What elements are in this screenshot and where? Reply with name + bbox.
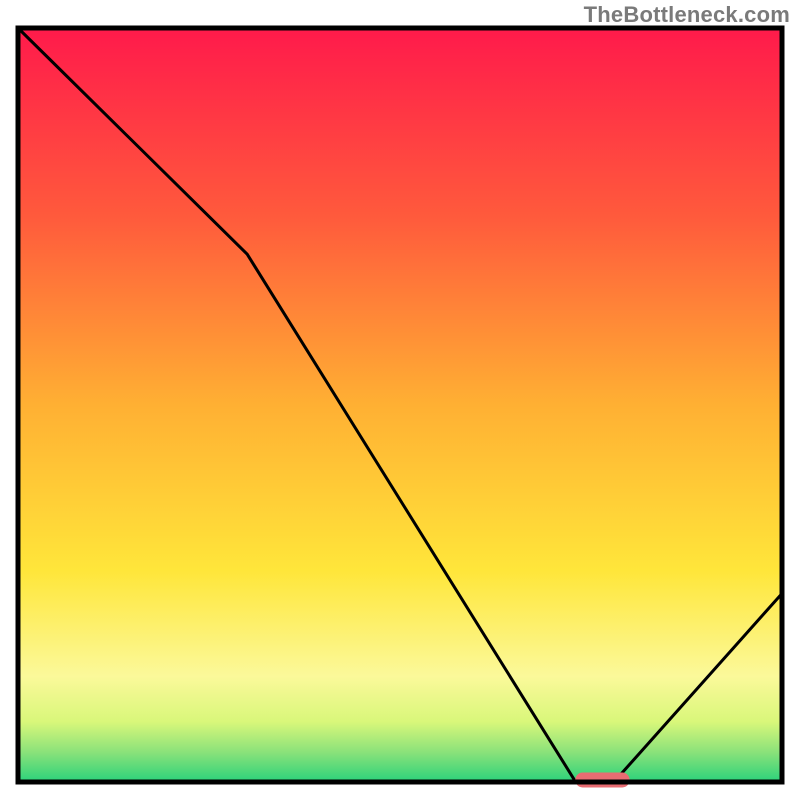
attribution-label: TheBottleneck.com bbox=[584, 2, 790, 28]
chart-container: TheBottleneck.com bbox=[0, 0, 800, 800]
bottleneck-chart bbox=[0, 0, 800, 800]
